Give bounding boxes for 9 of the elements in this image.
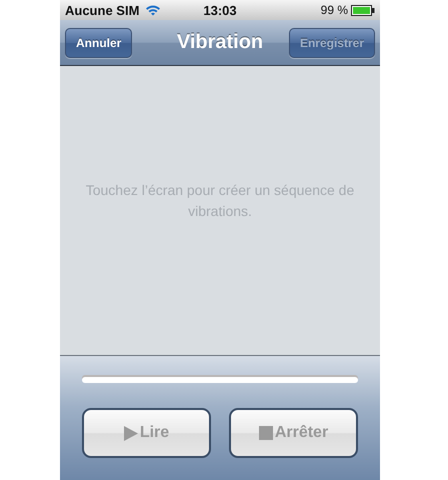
clock: 13:03 [203,2,237,18]
battery-percentage: 99 % [320,3,348,17]
play-icon [124,426,138,440]
cancel-button[interactable]: Annuler [65,28,132,58]
screen-title: Vibration [176,31,264,54]
stop-icon [258,426,273,440]
carrier-label: Aucune SIM [65,2,140,18]
wifi-icon [145,4,162,16]
battery-icon [351,4,375,16]
